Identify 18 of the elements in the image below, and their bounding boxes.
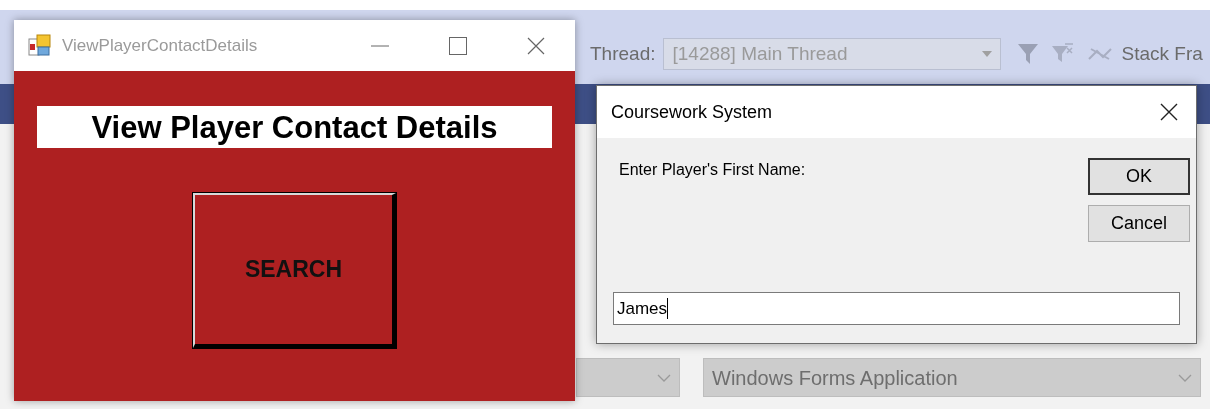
stack-frame-label: Stack Fra [1121,41,1203,66]
window-title: ViewPlayerContactDetails [62,34,258,57]
dropdown-arrow-icon [982,51,993,57]
close-icon [527,36,545,55]
prompt-text: Enter Player's First Name: [619,160,806,180]
dialog-button[interactable]: OK [1088,158,1190,195]
dialog-button[interactable]: Cancel [1088,205,1190,242]
empty-dropdown[interactable] [576,358,680,397]
maximize-icon [449,36,467,55]
thread-label: Thread: [590,41,656,66]
app-icon [28,33,52,58]
text-caret [667,298,669,319]
page-heading: View Player Contact Details [37,106,552,148]
filter-icon[interactable] [1017,42,1040,66]
minimize-icon [371,44,389,47]
close-icon [1160,103,1178,121]
dialog-title: Coursework System [611,100,773,124]
name-input-field[interactable]: James [613,292,1180,325]
